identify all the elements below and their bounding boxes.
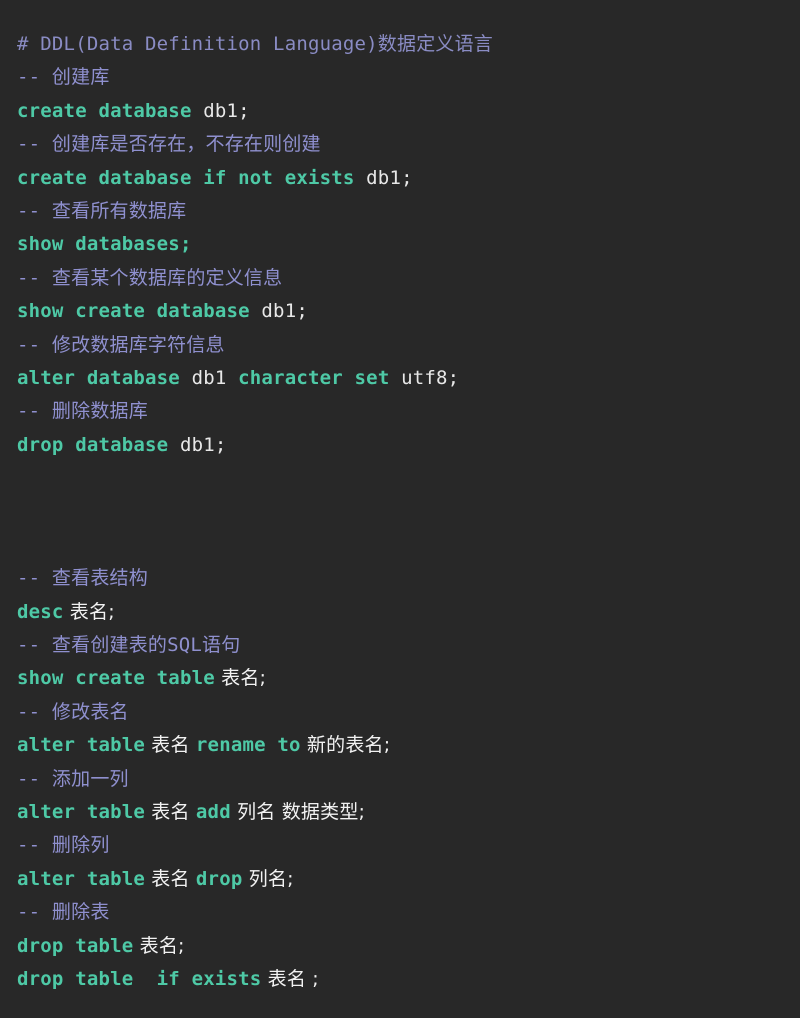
token-comment: -- 删除表 xyxy=(17,901,110,924)
token-comment: -- 创建库是否存在，不存在则创建 xyxy=(17,133,321,156)
token-keyword: drop table xyxy=(17,934,134,957)
code-line-comment: -- 查看创建表的SQL语句 xyxy=(17,629,800,662)
code-line-code: drop database db1; xyxy=(17,429,800,462)
code-line-code: alter table 表名 drop 列名; xyxy=(17,863,800,896)
token-comment: -- 删除列 xyxy=(17,834,110,857)
code-line-comment: -- 删除数据库 xyxy=(17,395,800,428)
code-line-code: alter table 表名 add 列名 数据类型; xyxy=(17,796,800,829)
token-cjk: 列名 数据类型; xyxy=(230,800,366,823)
token-plain: utf8; xyxy=(389,366,460,389)
token-cjk: 表名; xyxy=(214,667,267,690)
code-line-code: alter database db1 character set utf8; xyxy=(17,362,800,395)
token-keyword: create database if not exists xyxy=(17,166,355,189)
token-cjk: 表名; xyxy=(63,600,115,623)
token-keyword: show create database xyxy=(17,300,250,323)
token-keyword: alter database xyxy=(17,366,180,389)
token-keyword: alter table xyxy=(17,867,146,890)
token-keyword: drop database xyxy=(17,433,169,456)
token-plain: db1; xyxy=(249,300,308,323)
token-cjk: 表名 ; xyxy=(261,967,319,990)
code-line-code: show databases; xyxy=(17,228,800,261)
token-comment: -- 添加一列 xyxy=(17,767,129,790)
token-keyword: character set xyxy=(238,366,390,389)
token-cjk: 表名 xyxy=(145,800,196,823)
code-line-comment: -- 查看所有数据库 xyxy=(17,195,800,228)
code-editor-content[interactable]: # DDL(Data Definition Language)数据定义语言 -- … xyxy=(0,0,800,1018)
code-line-comment: -- 删除列 xyxy=(17,829,800,862)
token-keyword: alter table xyxy=(17,800,146,823)
token-comment: -- 修改数据库字符信息 xyxy=(17,333,225,356)
token-comment: -- 修改表名 xyxy=(17,700,129,723)
token-keyword: drop xyxy=(195,867,243,890)
token-keyword: add xyxy=(195,800,231,823)
code-line-code: desc 表名; xyxy=(17,596,800,629)
token-keyword: create database xyxy=(17,99,192,122)
token-keyword: show create table xyxy=(17,667,215,690)
token-plain: db1; xyxy=(354,166,413,189)
token-comment: -- 创建库 xyxy=(17,66,110,89)
token-comment: -- 查看创建表的SQL语句 xyxy=(17,634,241,657)
token-cjk: 新的表名; xyxy=(300,734,391,757)
token-keyword: desc xyxy=(17,600,64,623)
token-comment: -- 查看所有数据库 xyxy=(17,199,187,222)
code-line-code: drop table if exists 表名 ; xyxy=(17,963,800,996)
token-keyword: alter table xyxy=(17,734,146,757)
token-keyword: drop table if exists xyxy=(17,967,262,990)
token-keyword: rename to xyxy=(195,734,301,757)
code-line-comment: -- 删除表 xyxy=(17,896,800,929)
code-line-code: create database db1; xyxy=(17,95,800,128)
token-comment: -- 查看表结构 xyxy=(17,567,148,590)
code-line-comment: -- 查看表结构 xyxy=(17,562,800,595)
code-line-heading: # DDL(Data Definition Language)数据定义语言 xyxy=(17,28,800,61)
code-line-code: drop table 表名; xyxy=(17,930,800,963)
token-cjk: 列名; xyxy=(242,867,294,890)
code-line-comment: -- 创建库 xyxy=(17,61,800,94)
token-comment: -- 查看某个数据库的定义信息 xyxy=(17,266,283,289)
token-cjk: 表名 xyxy=(145,867,196,890)
token-keyword: show databases; xyxy=(17,233,192,256)
code-line-comment: -- 修改数据库字符信息 xyxy=(17,329,800,362)
code-line-comment: -- 添加一列 xyxy=(17,763,800,796)
code-line-code: create database if not exists db1; xyxy=(17,162,800,195)
token-plain: db1 xyxy=(179,366,239,389)
token-plain: db1; xyxy=(168,433,227,456)
code-line-comment: -- 修改表名 xyxy=(17,696,800,729)
token-plain: db1; xyxy=(191,99,250,122)
token-comment: -- 删除数据库 xyxy=(17,400,148,423)
token-cjk: 表名; xyxy=(133,934,185,957)
token-heading: # DDL(Data Definition Language)数据定义语言 xyxy=(17,33,494,55)
code-line-code: show create table 表名; xyxy=(17,662,800,695)
code-line-comment: -- 查看某个数据库的定义信息 xyxy=(17,262,800,295)
token-cjk: 表名 xyxy=(145,734,196,757)
code-line-code: show create database db1; xyxy=(17,295,800,328)
code-line-comment: -- 创建库是否存在，不存在则创建 xyxy=(17,128,800,161)
code-line-code: alter table 表名 rename to 新的表名; xyxy=(17,729,800,762)
